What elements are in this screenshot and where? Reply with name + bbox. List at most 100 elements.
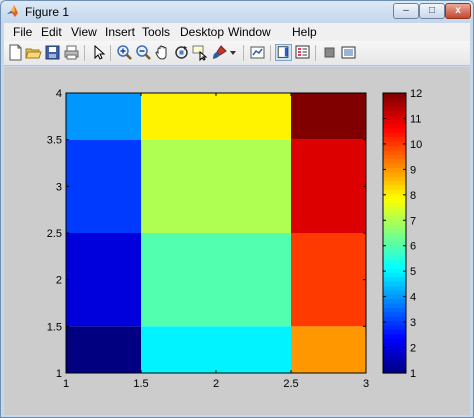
hide-plot-tools-icon[interactable] [321,44,338,61]
colorbar-segment [383,289,406,295]
toolbar-separator [84,45,85,61]
menu-bar: File Edit View Insert Tools Desktop Wind… [4,23,470,41]
x-tick-label: 3 [363,378,369,390]
y-tick-label: 2.5 [47,228,62,240]
colorbar-segment [383,149,406,155]
colorbar-segment [383,189,406,195]
y-tick-label: 4 [56,88,62,100]
x-tick-label: 2 [213,378,219,390]
y-tick-label: 3 [56,181,62,193]
colorbar-segment [383,342,406,348]
colorbar-segment [383,110,406,116]
new-figure-icon[interactable] [7,44,24,61]
insert-legend-icon[interactable] [294,44,311,61]
colorbar-segment [383,119,406,125]
colorbar-tick-label: 5 [410,266,416,278]
pan-hand-icon[interactable] [154,44,171,61]
colorbar-segment [383,268,406,273]
colorbar-segment [383,233,406,238]
heatmap-cell [66,139,141,233]
close-button[interactable]: x [445,3,471,19]
colorbar-segment [383,202,406,208]
colorbar-tick-label: 8 [410,190,416,202]
colorbar-tick-label: 9 [410,164,416,176]
colorbar-segment [383,145,406,151]
brush-dropdown-icon[interactable] [228,44,238,61]
colorbar-segment [383,93,406,98]
colorbar-segment [383,154,406,160]
figure-toolbar [4,41,470,66]
edit-plot-arrow-icon[interactable] [90,44,107,61]
x-tick-label: 2.5 [283,378,298,390]
colorbar-segment [383,254,406,260]
colorbar-segment [383,141,406,147]
menu-edit[interactable]: Edit [41,25,62,39]
colorbar-segment [383,307,406,313]
heatmap-cell [291,326,366,373]
colorbar-segment [383,101,406,107]
colorbar-segment [383,158,406,164]
colorbar-tick-label: 7 [410,215,416,227]
figure-canvas: 1 1.5 2 2.5 3 1 1.5 2 2.5 3 3.5 4 1 2 3 4 5 6 7 8 9 10 11 12 [4,67,470,415]
colorbar-segment [383,298,406,304]
menu-help[interactable]: Help [292,25,317,39]
colorbar-segment [383,303,406,308]
figure-window: Figure 1 – □ x File Edit View Insert Too… [0,0,474,418]
maximize-button[interactable]: □ [419,3,445,19]
colorbar-segment [383,346,406,352]
colorbar-segment [383,184,406,190]
heatmap-cell [141,233,291,327]
menu-view[interactable]: View [71,25,97,39]
colorbar-segment [383,132,406,138]
colorbar-tick-label: 11 [410,113,421,125]
heatmap-cell [141,93,291,140]
open-file-icon[interactable] [25,44,42,61]
colorbar-segment [383,228,406,234]
colorbar-segment [383,355,406,361]
colorbar-segment [383,324,406,330]
colorbar-tick-label: 12 [410,88,422,100]
brush-icon[interactable] [211,44,228,61]
colorbar-segment [383,294,406,300]
menu-file[interactable]: File [13,25,32,39]
save-icon[interactable] [44,44,61,61]
colorbar-segment [383,351,406,357]
colorbar-segment [383,272,406,278]
toolbar-separator [243,45,244,61]
colorbar-segment [383,359,406,365]
colorbar-segment [383,128,406,133]
menu-window[interactable]: Window [228,25,271,39]
menu-desktop[interactable]: Desktop [180,25,224,39]
menu-insert[interactable]: Insert [105,25,135,39]
y-tick-label: 3.5 [47,135,62,147]
colorbar-tick-label: 2 [410,343,416,355]
heatmap-plot: 1 1.5 2 2.5 311.522.533.54123456789101112 [47,88,423,390]
colorbar-segment [383,176,406,182]
colorbar-segment [383,250,406,256]
show-plot-tools-icon[interactable] [340,44,357,61]
print-icon[interactable] [63,44,80,61]
window-title: Figure 1 [25,5,70,19]
toolbar-separator [270,45,271,61]
colorbar-segment [383,316,406,322]
colorbar-tick-label: 1 [410,368,416,380]
colorbar-tick-label: 10 [410,139,422,151]
matlab-logo-icon [7,5,18,17]
minimize-button[interactable]: – [393,3,419,19]
colorbar-segment [383,338,406,343]
data-cursor-icon[interactable] [192,44,209,61]
menu-tools[interactable]: Tools [142,25,170,39]
toolbar-separator [315,45,316,61]
colorbar-segment [383,329,406,335]
y-tick-label: 1 [56,368,62,380]
title-bar[interactable]: Figure 1 – □ x [1,1,473,22]
colorbar-segment [383,171,406,177]
link-plot-icon[interactable] [249,44,266,61]
zoom-in-icon[interactable] [116,44,133,61]
colorbar-segment [383,285,406,291]
colorbar-segment [383,311,406,317]
zoom-out-icon[interactable] [135,44,152,61]
rotate-3d-icon[interactable] [173,44,190,61]
colorbar-segment [383,320,406,326]
insert-colorbar-icon[interactable] [275,44,292,61]
